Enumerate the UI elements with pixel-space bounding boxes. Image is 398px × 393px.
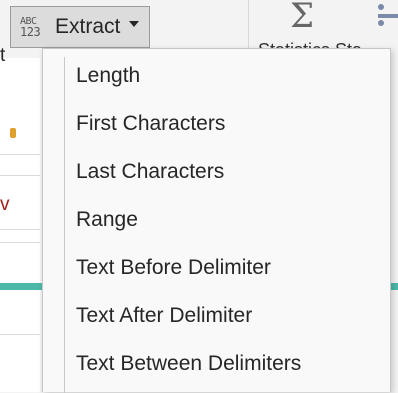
menu-item-label: Range — [76, 208, 138, 231]
chevron-down-icon — [129, 21, 140, 27]
text-type-icon: ABC 123 — [20, 16, 50, 38]
menu-item-label: First Characters — [76, 112, 226, 135]
divider — [0, 229, 40, 230]
menu-item-label: Last Characters — [76, 160, 225, 183]
menu-item-label: Text Before Delimiter — [76, 256, 271, 279]
extract-button[interactable]: ABC 123 Extract — [10, 6, 150, 48]
status-dot — [10, 128, 16, 138]
menu-item-length[interactable]: Length — [66, 56, 386, 96]
icon-label-123: 123 — [20, 25, 41, 39]
menu-item-first-characters[interactable]: First Characters — [66, 104, 386, 144]
menu-item-text-before-delimiter[interactable]: Text Before Delimiter — [66, 248, 386, 288]
menu-item-label: Text Between Delimiters — [76, 352, 302, 375]
divider — [0, 175, 40, 176]
left-fragment-value: v — [0, 194, 10, 215]
menu-item-range[interactable]: Range — [66, 200, 386, 240]
query-pane — [0, 58, 40, 392]
divider — [0, 334, 40, 335]
menu-gutter — [64, 57, 65, 393]
menu-item-text-between-delimiters[interactable]: Text Between Delimiters — [66, 344, 386, 384]
extract-dropdown-menu: Length First Characters Last Characters … — [42, 48, 391, 393]
divider — [0, 154, 40, 155]
menu-item-text-after-delimiter[interactable]: Text After Delimiter — [66, 296, 386, 336]
scientific-icon[interactable] — [378, 4, 398, 26]
menu-item-label: Length — [76, 64, 141, 87]
extract-label: Extract — [55, 15, 121, 38]
divider — [0, 242, 40, 243]
sigma-icon[interactable]: Σ — [290, 0, 314, 36]
left-fragment-text: t — [0, 45, 6, 66]
menu-item-label: Text After Delimiter — [76, 304, 253, 327]
menu-item-last-characters[interactable]: Last Characters — [66, 152, 386, 192]
